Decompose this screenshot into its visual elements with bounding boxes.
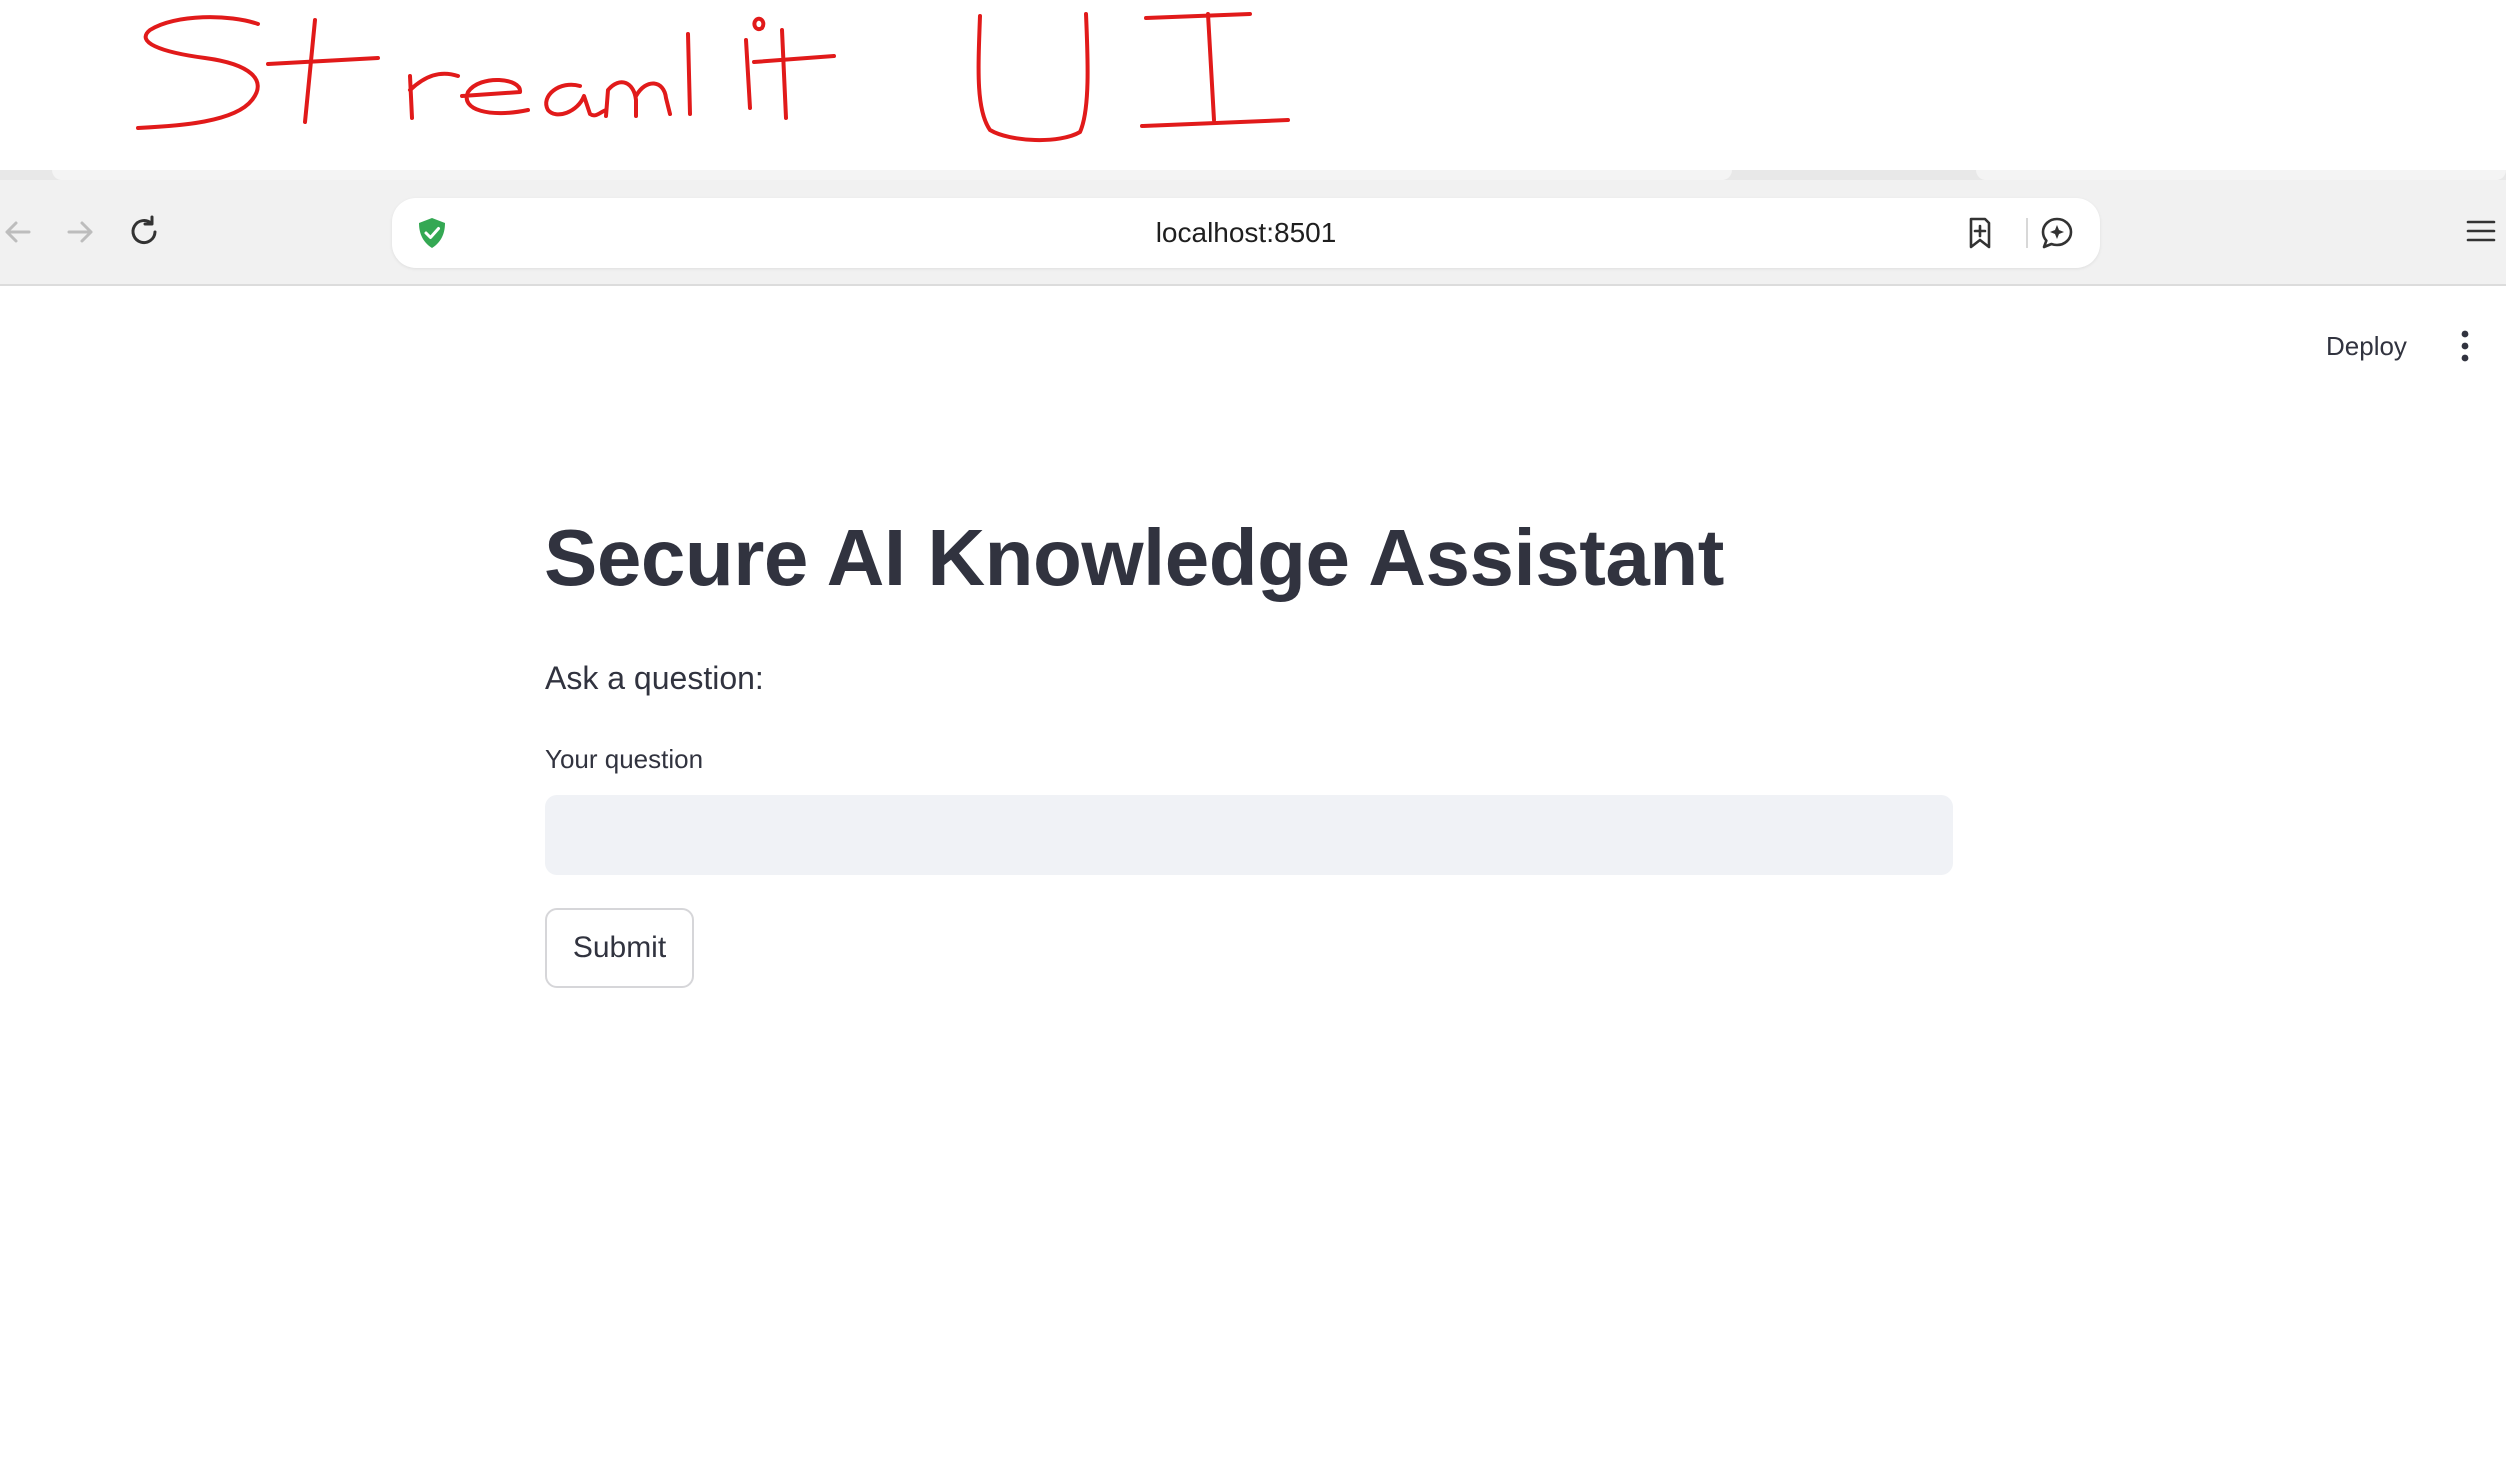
browser-tab[interactable] xyxy=(52,170,1732,180)
back-button[interactable] xyxy=(0,206,44,258)
hamburger-menu-icon xyxy=(2466,220,2496,242)
reload-icon xyxy=(131,215,157,245)
forward-button[interactable] xyxy=(54,206,106,258)
submit-button[interactable]: Submit xyxy=(545,908,694,988)
assistant-button[interactable] xyxy=(2036,212,2078,254)
browser-menu-button[interactable] xyxy=(2460,210,2502,252)
main-menu-button[interactable] xyxy=(2448,322,2482,370)
question-input[interactable] xyxy=(545,795,1953,875)
arrow-right-icon xyxy=(67,221,93,243)
ask-question-text: Ask a question: xyxy=(545,660,764,696)
url-text[interactable]: localhost:8501 xyxy=(392,215,2100,251)
browser-toolbar: localhost:8501 xyxy=(0,180,2506,286)
streamlit-app: Deploy Secure AI Knowledge Assistant Ask… xyxy=(0,288,2506,1460)
browser-tab[interactable] xyxy=(1976,170,2506,180)
bookmark-add-icon xyxy=(1969,217,1991,249)
browser-tabstrip xyxy=(0,170,2506,180)
arrow-left-icon xyxy=(5,221,31,243)
sparkle-chat-icon xyxy=(2041,217,2073,249)
urlbar-divider xyxy=(2026,218,2028,248)
handwritten-streamlit-ui-text xyxy=(136,12,1290,142)
bookmark-button[interactable] xyxy=(1959,212,2001,254)
page-title: Secure AI Knowledge Assistant xyxy=(544,513,1724,602)
handwritten-annotation xyxy=(0,0,2506,170)
question-input-label: Your question xyxy=(545,744,704,774)
vertical-dots-icon xyxy=(2461,330,2469,362)
reload-button[interactable] xyxy=(118,206,170,258)
deploy-button[interactable]: Deploy xyxy=(2314,324,2419,368)
address-bar[interactable]: localhost:8501 xyxy=(392,198,2100,268)
